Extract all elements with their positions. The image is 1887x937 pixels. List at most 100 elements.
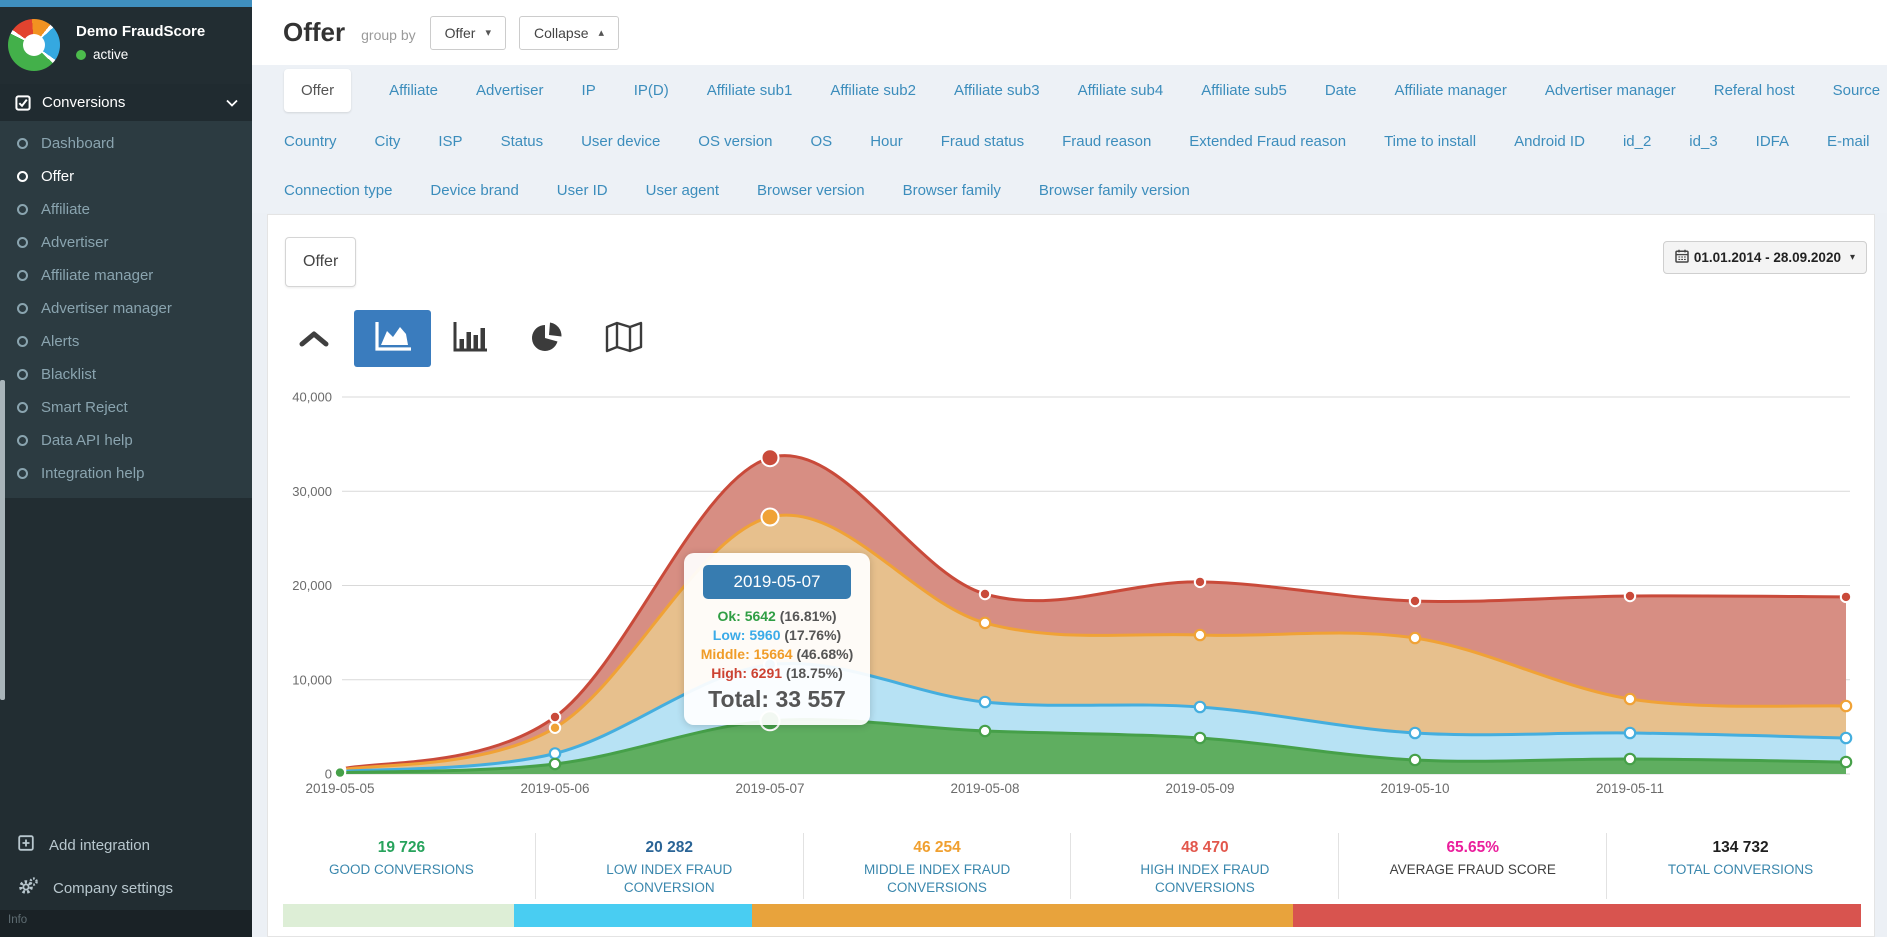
- map-button[interactable]: [585, 310, 662, 367]
- sidebar-item-advertiser[interactable]: Advertiser: [0, 226, 252, 259]
- tab-fraud-reason[interactable]: Fraud reason: [1062, 133, 1151, 150]
- data-point-low[interactable]: [1410, 728, 1420, 738]
- collapse-button[interactable]: Collapse ▴: [519, 16, 619, 50]
- sidebar-item-affiliate-manager[interactable]: Affiliate manager: [0, 259, 252, 292]
- tab-os-version[interactable]: OS version: [698, 133, 772, 150]
- tab-browser-version[interactable]: Browser version: [757, 182, 865, 199]
- data-point-middle[interactable]: [980, 618, 990, 628]
- sidebar-item-label: Integration help: [41, 465, 144, 482]
- data-point-middle[interactable]: [1841, 701, 1851, 711]
- group-by-select[interactable]: Offer ▾: [430, 16, 506, 50]
- area-chart-button[interactable]: [354, 310, 431, 367]
- tab-user-agent[interactable]: User agent: [646, 182, 719, 199]
- data-point-high[interactable]: [1410, 596, 1420, 606]
- data-point-low[interactable]: [1195, 702, 1205, 712]
- tab-country[interactable]: Country: [284, 133, 337, 150]
- data-point-high[interactable]: [1195, 577, 1205, 587]
- tooltip-total: Total: 33 557: [692, 686, 862, 713]
- tab-row-1: Offer Affiliate Advertiser IP IP(D) Affiliate…: [252, 65, 1887, 115]
- tab-user-id[interactable]: User ID: [557, 182, 608, 199]
- data-point-ok[interactable]: [550, 759, 560, 769]
- sidebar-item-dashboard[interactable]: Dashboard: [0, 127, 252, 160]
- sidebar-item-label: Blacklist: [41, 366, 96, 383]
- data-point-ok[interactable]: [335, 767, 345, 777]
- data-point-ok[interactable]: [1625, 754, 1635, 764]
- tab-id-2[interactable]: id_2: [1623, 133, 1651, 150]
- data-point-ok[interactable]: [980, 726, 990, 736]
- tab-isp[interactable]: ISP: [438, 133, 462, 150]
- sidebar-item-blacklist[interactable]: Blacklist: [0, 358, 252, 391]
- add-integration-button[interactable]: Add integration: [0, 824, 252, 866]
- data-point-high[interactable]: [550, 712, 560, 722]
- tab-browser-family[interactable]: Browser family: [903, 182, 1001, 199]
- tab-affiliate-sub4[interactable]: Affiliate sub4: [1078, 82, 1164, 99]
- tab-idfa[interactable]: IDFA: [1756, 133, 1789, 150]
- page-title: Offer: [283, 17, 345, 48]
- data-point-low[interactable]: [1625, 728, 1635, 738]
- tab-affiliate-sub1[interactable]: Affiliate sub1: [707, 82, 793, 99]
- tab-affiliate-manager[interactable]: Affiliate manager: [1395, 82, 1507, 99]
- bar-chart-button[interactable]: [431, 310, 508, 367]
- sidebar-item-integration-help[interactable]: Integration help: [0, 457, 252, 490]
- tab-browser-family-version[interactable]: Browser family version: [1039, 182, 1190, 199]
- data-point-high[interactable]: [1625, 591, 1635, 601]
- data-point-middle[interactable]: [762, 509, 779, 526]
- tab-device-brand[interactable]: Device brand: [430, 182, 518, 199]
- chevron-up-icon[interactable]: [298, 330, 330, 348]
- tab-date[interactable]: Date: [1325, 82, 1357, 99]
- tab-e-mail[interactable]: E-mail: [1827, 133, 1870, 150]
- sidebar-item-affiliate[interactable]: Affiliate: [0, 193, 252, 226]
- data-point-middle[interactable]: [1195, 630, 1205, 640]
- data-point-high[interactable]: [1841, 592, 1851, 602]
- tab-hour[interactable]: Hour: [870, 133, 903, 150]
- map-icon: [603, 320, 645, 357]
- tab-user-device[interactable]: User device: [581, 133, 660, 150]
- stat-value: 134 732: [1635, 839, 1846, 857]
- sidebar-section-conversions[interactable]: Conversions: [0, 84, 252, 121]
- pie-chart-button[interactable]: [508, 310, 585, 367]
- tab-affiliate-sub3[interactable]: Affiliate sub3: [954, 82, 1040, 99]
- tab-time-to-install[interactable]: Time to install: [1384, 133, 1476, 150]
- tab-city[interactable]: City: [375, 133, 401, 150]
- tab-source[interactable]: Source: [1833, 82, 1881, 99]
- tab-referal-host[interactable]: Referal host: [1714, 82, 1795, 99]
- data-point-low[interactable]: [980, 697, 990, 707]
- tab-advertiser-manager[interactable]: Advertiser manager: [1545, 82, 1676, 99]
- tab-ip-d[interactable]: IP(D): [634, 82, 669, 99]
- sidebar-item-advertiser-manager[interactable]: Advertiser manager: [0, 292, 252, 325]
- sidebar-scrollbar[interactable]: [0, 380, 5, 700]
- tab-connection-type[interactable]: Connection type: [284, 182, 392, 199]
- date-range-picker[interactable]: 01.01.2014 - 28.09.2020 ▾: [1663, 241, 1867, 274]
- sidebar-item-smart-reject[interactable]: Smart Reject: [0, 391, 252, 424]
- tab-offer[interactable]: Offer: [284, 69, 351, 112]
- tab-row-2: Country City ISP Status User device OS versio…: [252, 115, 1887, 167]
- sidebar-item-offer[interactable]: Offer: [0, 160, 252, 193]
- data-point-middle[interactable]: [1410, 633, 1420, 643]
- area-chart-icon: [372, 319, 414, 358]
- data-point-ok[interactable]: [1195, 733, 1205, 743]
- tab-os[interactable]: OS: [811, 133, 833, 150]
- data-point-middle[interactable]: [550, 723, 560, 733]
- tab-android-id[interactable]: Android ID: [1514, 133, 1585, 150]
- stat-label: HIGH INDEX FRAUD CONVERSIONS: [1099, 861, 1310, 896]
- data-point-high[interactable]: [980, 589, 990, 599]
- data-point-middle[interactable]: [1625, 694, 1635, 704]
- tab-id-3[interactable]: id_3: [1689, 133, 1717, 150]
- tab-ip[interactable]: IP: [582, 82, 596, 99]
- group-by-label: group by: [361, 27, 415, 43]
- tab-affiliate-sub2[interactable]: Affiliate sub2: [830, 82, 916, 99]
- data-point-low[interactable]: [550, 748, 560, 758]
- data-point-ok[interactable]: [1410, 755, 1420, 765]
- data-point-high[interactable]: [762, 449, 779, 466]
- tab-fraud-status[interactable]: Fraud status: [941, 133, 1024, 150]
- tab-advertiser[interactable]: Advertiser: [476, 82, 544, 99]
- tab-affiliate[interactable]: Affiliate: [389, 82, 438, 99]
- tab-status[interactable]: Status: [501, 133, 544, 150]
- tab-extended-fraud-reason[interactable]: Extended Fraud reason: [1189, 133, 1346, 150]
- sidebar-item-data-api-help[interactable]: Data API help: [0, 424, 252, 457]
- sidebar-item-alerts[interactable]: Alerts: [0, 325, 252, 358]
- tab-affiliate-sub5[interactable]: Affiliate sub5: [1201, 82, 1287, 99]
- data-point-ok[interactable]: [1841, 757, 1851, 767]
- data-point-low[interactable]: [1841, 733, 1851, 743]
- company-settings-button[interactable]: Company settings: [0, 866, 252, 910]
